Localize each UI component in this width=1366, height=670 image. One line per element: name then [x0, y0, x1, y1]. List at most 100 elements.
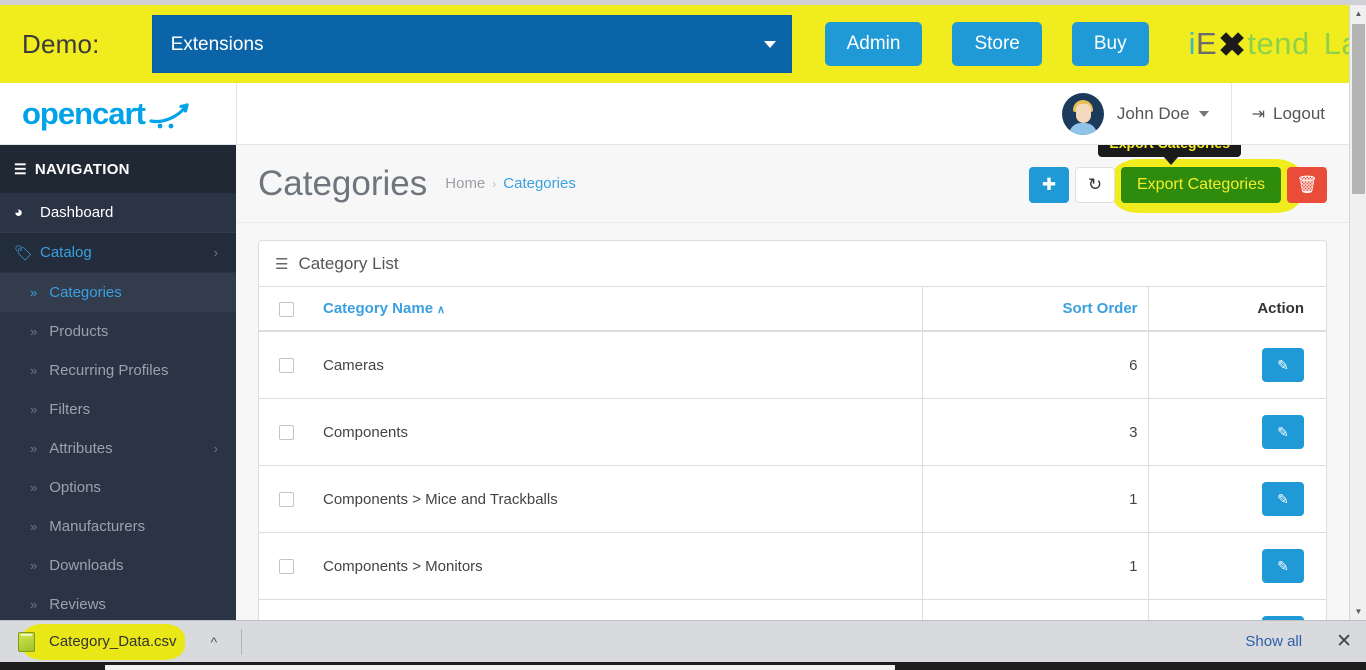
- demo-label: Demo:: [22, 28, 100, 59]
- taskbar-window-strip: [105, 665, 895, 670]
- app-root: Demo: Extensions Admin Store Buy i E ✖ t…: [0, 0, 1366, 670]
- sidebar-item-dashboard[interactable]: ◕ Dashboard: [0, 193, 236, 233]
- cell-category-name: Components: [313, 398, 922, 466]
- csv-file-icon: [18, 631, 35, 652]
- sort-asc-icon: ∧: [437, 304, 446, 316]
- cell-sort-order: 1: [921, 532, 1148, 600]
- cell-category-name: Components > Monitors > test 1: [313, 599, 922, 620]
- brand-x-icon: ✖: [1218, 25, 1247, 63]
- row-checkbox[interactable]: [278, 425, 294, 441]
- sidebar-item-catalog[interactable]: 🏷 Catalog ›: [0, 233, 236, 273]
- opencart-logo[interactable]: opencart: [22, 96, 191, 132]
- sidebar-item-manufacturers[interactable]: » Manufacturers: [0, 507, 236, 546]
- browser-scrollbar[interactable]: ▲ ▼: [1349, 5, 1366, 620]
- chevron-right-icon: ›: [213, 441, 218, 456]
- iextend-labs-logo: i E ✖ tend Labs: [1189, 25, 1366, 64]
- chevron-up-icon[interactable]: ^: [211, 634, 218, 650]
- edit-button[interactable]: ✎: [1262, 348, 1304, 382]
- sidebar-item-label: Reviews: [49, 596, 106, 613]
- row-checkbox[interactable]: [278, 492, 294, 508]
- buy-button[interactable]: Buy: [1071, 22, 1149, 66]
- row-action-cell: ✎: [1147, 532, 1326, 600]
- table-header-row: Category Name ∧ Sort Order Action: [259, 287, 1326, 332]
- logout-icon: ⇥: [1251, 106, 1265, 123]
- refresh-button[interactable]: ↻: [1074, 167, 1115, 203]
- select-all-checkbox[interactable]: [278, 301, 294, 317]
- scroll-down-arrow-icon[interactable]: ▼: [1350, 603, 1366, 620]
- sidebar-item-label: Products: [49, 323, 109, 340]
- add-new-button[interactable]: ✚: [1028, 167, 1069, 203]
- column-header-action: Action: [1147, 287, 1326, 332]
- navigation-header-label: NAVIGATION: [34, 160, 130, 178]
- brand-part-tend: tend: [1247, 26, 1310, 61]
- chevron-down-icon[interactable]: [1198, 111, 1209, 117]
- user-name[interactable]: John Doe: [1117, 104, 1190, 124]
- row-checkbox[interactable]: [278, 358, 294, 374]
- row-select-cell: [259, 532, 313, 600]
- export-categories-button[interactable]: Export Categories: [1120, 167, 1281, 203]
- list-icon: ☰: [275, 255, 289, 273]
- shopping-cart-icon: [149, 103, 189, 129]
- sidebar-item-products[interactable]: » Products: [0, 312, 236, 351]
- table-row: Cameras 6 ✎: [259, 331, 1326, 399]
- edit-button[interactable]: ✎: [1262, 549, 1304, 583]
- cell-sort-order: 0: [921, 599, 1148, 620]
- sidebar-item-recurring-profiles[interactable]: » Recurring Profiles: [0, 351, 236, 390]
- breadcrumb-item-categories[interactable]: Categories: [503, 175, 576, 192]
- sidebar-item-label: Manufacturers: [49, 518, 146, 535]
- sidebar-item-categories[interactable]: » Categories: [0, 273, 236, 312]
- cell-sort-order: 3: [921, 398, 1148, 466]
- admin-button[interactable]: Admin: [824, 22, 923, 66]
- sidebar: ☰ NAVIGATION ◕ Dashboard 🏷 Catalog › » C…: [0, 145, 236, 620]
- row-action-cell: ✎: [1147, 465, 1326, 533]
- category-table: Category Name ∧ Sort Order Action Cameras…: [259, 287, 1326, 620]
- table-row: Components 3 ✎: [259, 398, 1326, 466]
- breadcrumb: Home › Categories: [445, 175, 576, 192]
- sidebar-item-downloads[interactable]: » Downloads: [0, 546, 236, 585]
- logout-label: Logout: [1273, 104, 1325, 123]
- category-list-panel: ☰ Category List Category Name ∧ Sort Orde…: [258, 240, 1327, 620]
- row-select-cell: [259, 465, 313, 533]
- breadcrumb-separator: ›: [492, 176, 497, 191]
- table-row: Components > Monitors 1 ✎: [259, 532, 1326, 600]
- sidebar-item-reviews[interactable]: » Reviews: [0, 585, 236, 620]
- chevron-double-right-icon: »: [30, 324, 38, 339]
- sidebar-item-options[interactable]: » Options: [0, 468, 236, 507]
- cell-sort-order: 6: [921, 331, 1148, 399]
- download-bar-right: Show all ✕: [1245, 630, 1366, 653]
- extension-select-wrapper[interactable]: Extensions: [126, 15, 792, 73]
- edit-button[interactable]: ✎: [1262, 482, 1304, 516]
- scroll-up-arrow-icon[interactable]: ▲: [1350, 5, 1366, 22]
- table-row: Components > Monitors > test 1 0 ✎: [259, 599, 1326, 620]
- sidebar-item-label: Catalog: [40, 244, 92, 261]
- chevron-double-right-icon: »: [30, 558, 38, 573]
- show-all-downloads-link[interactable]: Show all: [1245, 633, 1302, 650]
- sidebar-item-attributes[interactable]: » Attributes ›: [0, 429, 236, 468]
- row-checkbox[interactable]: [278, 559, 294, 575]
- column-header-sort-order[interactable]: Sort Order: [921, 287, 1148, 332]
- plus-icon: ✚: [1041, 175, 1057, 194]
- column-header-category-name[interactable]: Category Name ∧: [313, 287, 922, 332]
- extension-select[interactable]: Extensions: [151, 15, 792, 73]
- trash-icon: 🗑: [1296, 175, 1318, 194]
- download-separator: [241, 628, 243, 655]
- close-icon[interactable]: ✕: [1336, 630, 1352, 653]
- chevron-double-right-icon: »: [30, 363, 38, 378]
- sidebar-item-filters[interactable]: » Filters: [0, 390, 236, 429]
- scrollbar-thumb[interactable]: [1352, 24, 1365, 194]
- cell-sort-order: 1: [921, 465, 1148, 533]
- opencart-logo-text: opencart: [22, 96, 146, 131]
- logout-button[interactable]: ⇥ Logout: [1252, 104, 1325, 124]
- delete-button[interactable]: 🗑: [1287, 167, 1327, 203]
- pencil-icon: ✎: [1277, 356, 1289, 373]
- download-bar: Category_Data.csv ^ Show all ✕: [0, 620, 1366, 662]
- download-item[interactable]: Category_Data.csv ^: [18, 631, 218, 652]
- row-select-cell: [259, 331, 313, 399]
- select-all-header: [259, 287, 313, 332]
- store-button[interactable]: Store: [952, 22, 1042, 66]
- row-action-cell: ✎: [1147, 599, 1326, 620]
- opencart-header: opencart John Doe ⇥ Logout: [0, 83, 1349, 145]
- breadcrumb-item-home[interactable]: Home: [445, 175, 485, 192]
- row-action-cell: ✎: [1147, 398, 1326, 466]
- edit-button[interactable]: ✎: [1262, 415, 1304, 449]
